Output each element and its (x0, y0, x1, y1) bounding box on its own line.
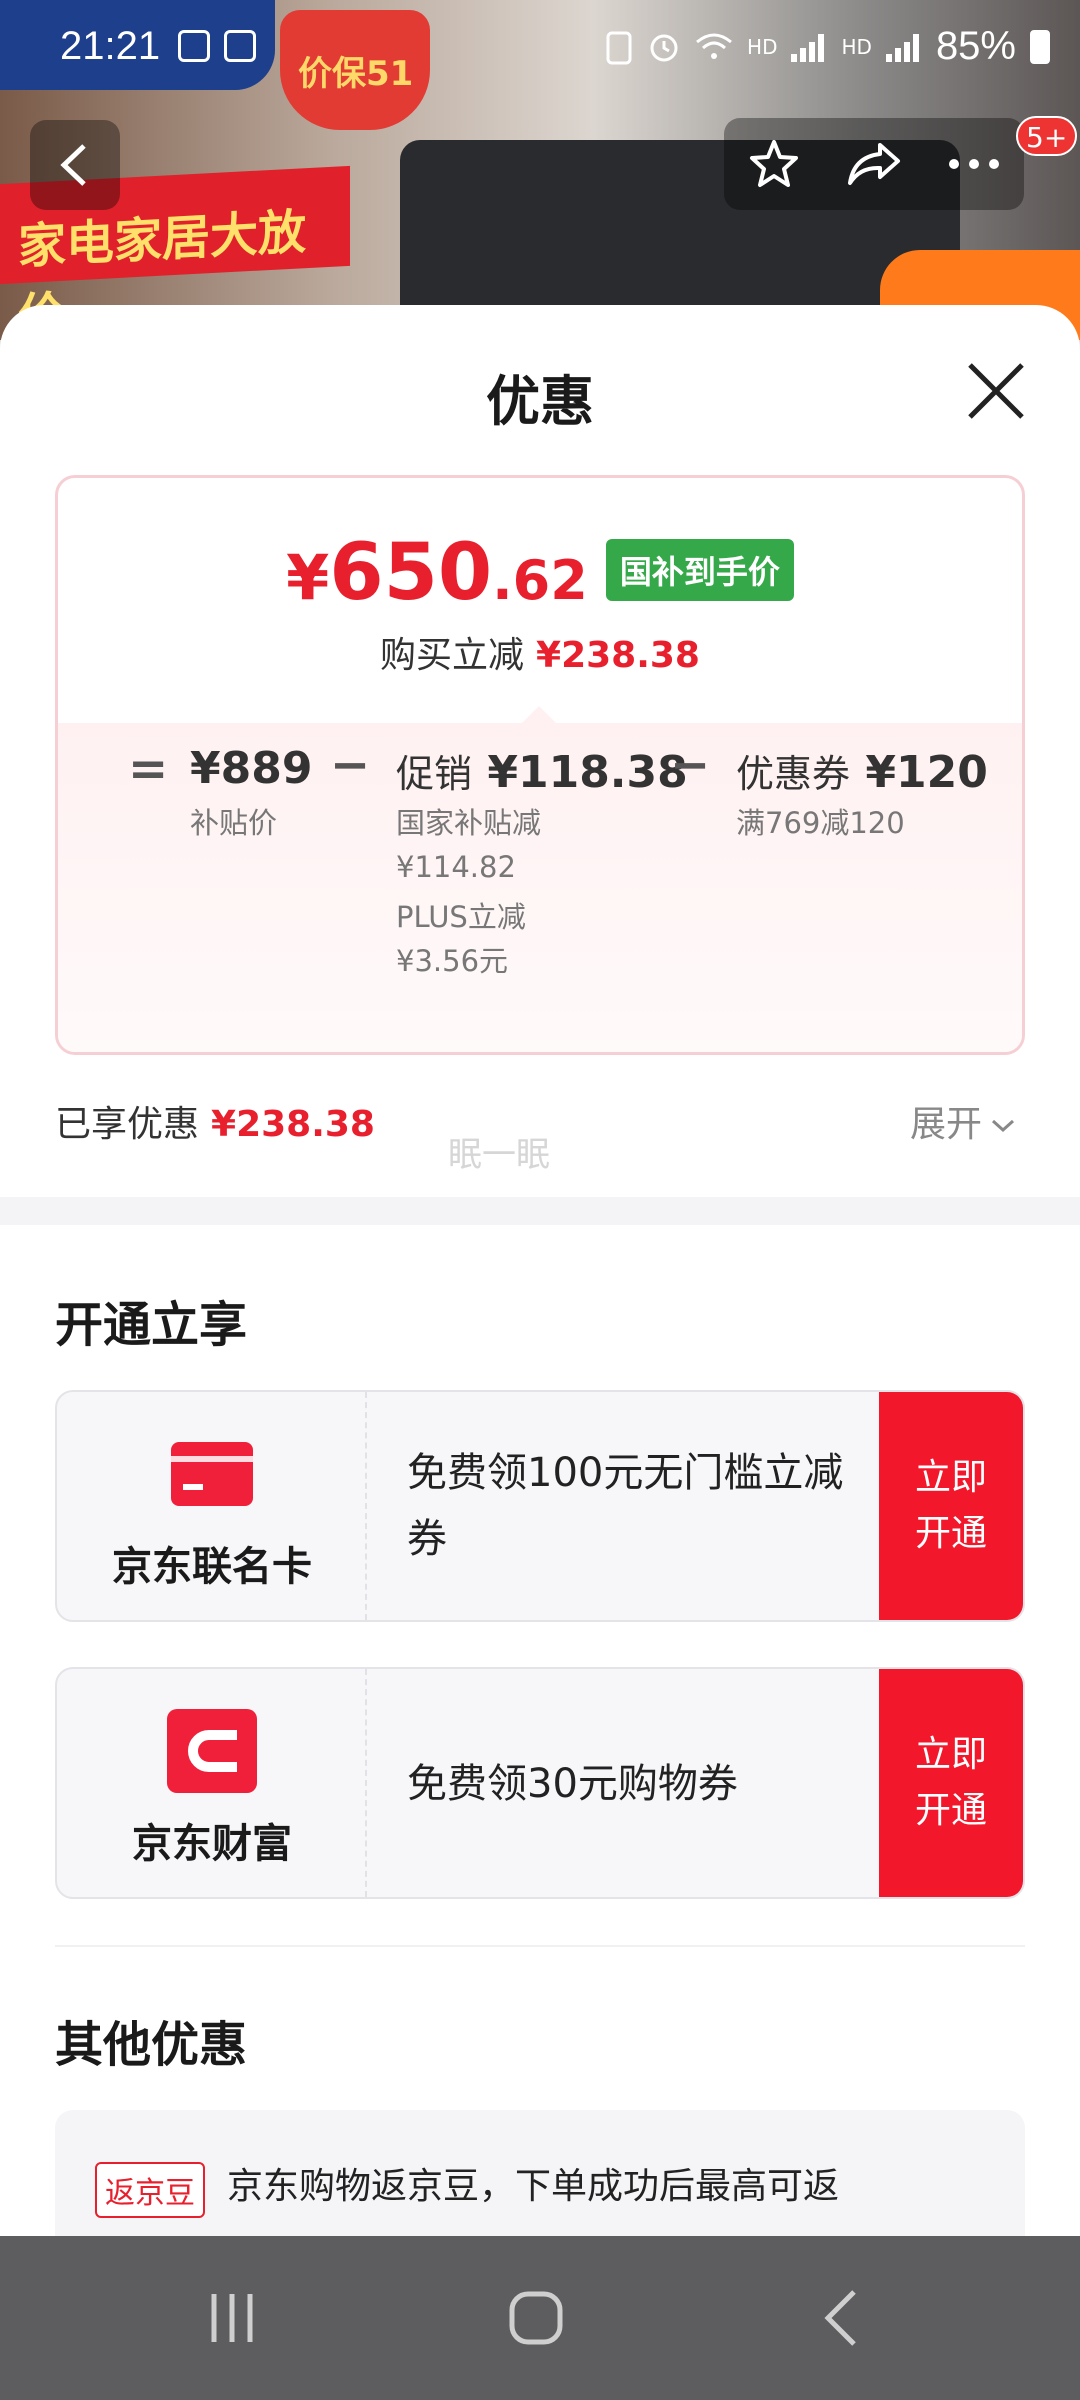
promo-amount: 促销 ¥118.38 (396, 743, 688, 798)
watermark-text: 眠一眠 (448, 1135, 550, 1175)
enjoyed-label: 已享优惠 (55, 1104, 200, 1145)
jd-bean-tag: 返京豆 (95, 2162, 205, 2218)
offer-name: 京东联名卡 (112, 1544, 312, 1590)
promo-label: 促销 (396, 752, 473, 796)
other-offer-card[interactable]: 返京豆 京东购物返京豆，下单成功后最高可返 (55, 2110, 1025, 2240)
screen-record-icon (224, 30, 256, 62)
purchase-discount-label: 购买立减 (380, 635, 525, 676)
offer-left: 京东财富 (57, 1669, 367, 1897)
status-right-icons: HD HD 85% (605, 24, 1050, 69)
promo-note-1-label: 国家补贴减 (396, 806, 542, 840)
offer-card-jd-finance: 京东财富 免费领30元购物券 立即开通 (55, 1667, 1025, 1899)
top-actions (724, 118, 1024, 210)
alarm-icon (650, 34, 678, 61)
other-section-title: 其他优惠 (55, 2017, 248, 2073)
card-icon (171, 1442, 253, 1506)
currency-symbol: ¥ (286, 541, 330, 614)
promo-note-1: 国家补贴减 ¥114.82 (396, 801, 541, 889)
open-now-line1: 立即 (914, 1734, 987, 1775)
star-icon[interactable] (746, 136, 802, 192)
promo-note-2-value: ¥3.56元 (396, 944, 509, 978)
price-decimal: .62 (492, 549, 588, 612)
jd-finance-icon (167, 1709, 257, 1793)
open-now-button[interactable]: 立即 开通 (879, 1392, 1023, 1620)
wifi-icon (696, 33, 732, 59)
chevron-down-icon (992, 1119, 1015, 1133)
subsidy-price-tag: 国补到手价 (605, 539, 794, 601)
open-now-line2: 开通 (914, 1513, 987, 1554)
promo-note-1-value: ¥114.82 (396, 850, 516, 884)
battery-icon (1030, 29, 1050, 64)
offer-card-jd-card: 京东联名卡 免费领100元无门槛立减券 立即开通 (55, 1390, 1025, 1622)
coupon-amount: 优惠券 ¥120 (736, 743, 988, 798)
battery-percent: 85% (935, 24, 1016, 68)
open-section-title: 开通立享 (55, 1297, 248, 1353)
minus-sign-1: − (330, 737, 371, 793)
status-time: 21:21 (60, 24, 161, 68)
recent-apps-icon (211, 2294, 253, 2342)
price-integer: 650 (329, 528, 493, 618)
other-offer-text: 京东购物返京豆，下单成功后最高可返 (227, 2166, 840, 2207)
network-label-2: HD (841, 34, 872, 59)
expand-label: 展开 (910, 1104, 983, 1145)
open-now-button[interactable]: 立即 开通 (879, 1669, 1023, 1897)
section-divider-line (55, 1945, 1025, 1947)
sheet-title: 优惠 (486, 370, 594, 433)
enjoyed-amount: ¥238.38 (211, 1104, 375, 1145)
offer-left: 京东联名卡 (57, 1392, 367, 1620)
breakdown-notch (521, 706, 557, 724)
price-breakdown: = ¥889 补贴价 − 促销 ¥118.38 国家补贴减 ¥114.82 PLU… (58, 723, 1022, 1052)
offer-name: 京东财富 (132, 1821, 292, 1867)
system-back-button[interactable] (740, 2236, 940, 2400)
back-chevron-icon (824, 2290, 856, 2346)
back-arrow-icon (60, 144, 86, 186)
purchase-discount-amount: ¥238.38 (536, 635, 700, 676)
expand-button[interactable]: 展开 (910, 1095, 1016, 1147)
signal-icon-1 (791, 32, 827, 62)
enjoyed-discount: 已享优惠 ¥238.38 (55, 1095, 375, 1147)
home-button[interactable] (436, 2236, 636, 2400)
final-price: ¥ 650 .62 国补到手价 (58, 528, 1022, 618)
price-summary-box: ¥ 650 .62 国补到手价 购买立减 ¥238.38 = ¥889 补贴价 −… (55, 475, 1025, 1055)
signal-icon-2 (885, 32, 922, 62)
gallery-icon (178, 30, 210, 62)
coupon-label: 优惠券 (736, 752, 851, 796)
promo-note-2-label: PLUS立减 (396, 900, 526, 934)
back-button[interactable] (30, 120, 120, 210)
status-bar: 21:21 HD HD 85% (0, 0, 1080, 100)
recycle-icon (606, 31, 632, 64)
network-label-1: HD (747, 34, 778, 59)
share-icon[interactable] (846, 139, 902, 189)
more-icon[interactable] (946, 157, 1002, 171)
open-now-line1: 立即 (914, 1457, 987, 1498)
promo-note-2: PLUS立减 ¥3.56元 (396, 895, 526, 983)
message-count-badge: 5+ (1016, 116, 1078, 156)
section-divider (0, 1197, 1080, 1225)
minus-sign-2: − (670, 737, 711, 793)
offer-text: 免费领100元无门槛立减券 (407, 1450, 844, 1562)
offer-text: 免费领30元购物券 (407, 1761, 738, 1807)
discount-sheet: 优惠 ¥ 650 .62 国补到手价 购买立减 ¥238.38 = ¥889 补贴… (0, 305, 1080, 2240)
base-price-label: 补贴价 (190, 806, 278, 840)
home-icon (509, 2291, 563, 2345)
coupon-value: ¥120 (865, 747, 988, 798)
base-price: ¥889 (190, 743, 313, 794)
promo-value: ¥118.38 (487, 747, 688, 798)
recent-apps-button[interactable] (132, 2236, 332, 2400)
notification-icons (178, 30, 256, 62)
close-icon[interactable] (960, 355, 1032, 427)
coupon-note: 满769减120 (736, 806, 905, 840)
purchase-discount: 购买立减 ¥238.38 (58, 626, 1022, 678)
equals-sign: = (128, 741, 169, 797)
system-nav-bar (0, 2236, 1080, 2400)
open-now-line2: 开通 (914, 1790, 987, 1831)
